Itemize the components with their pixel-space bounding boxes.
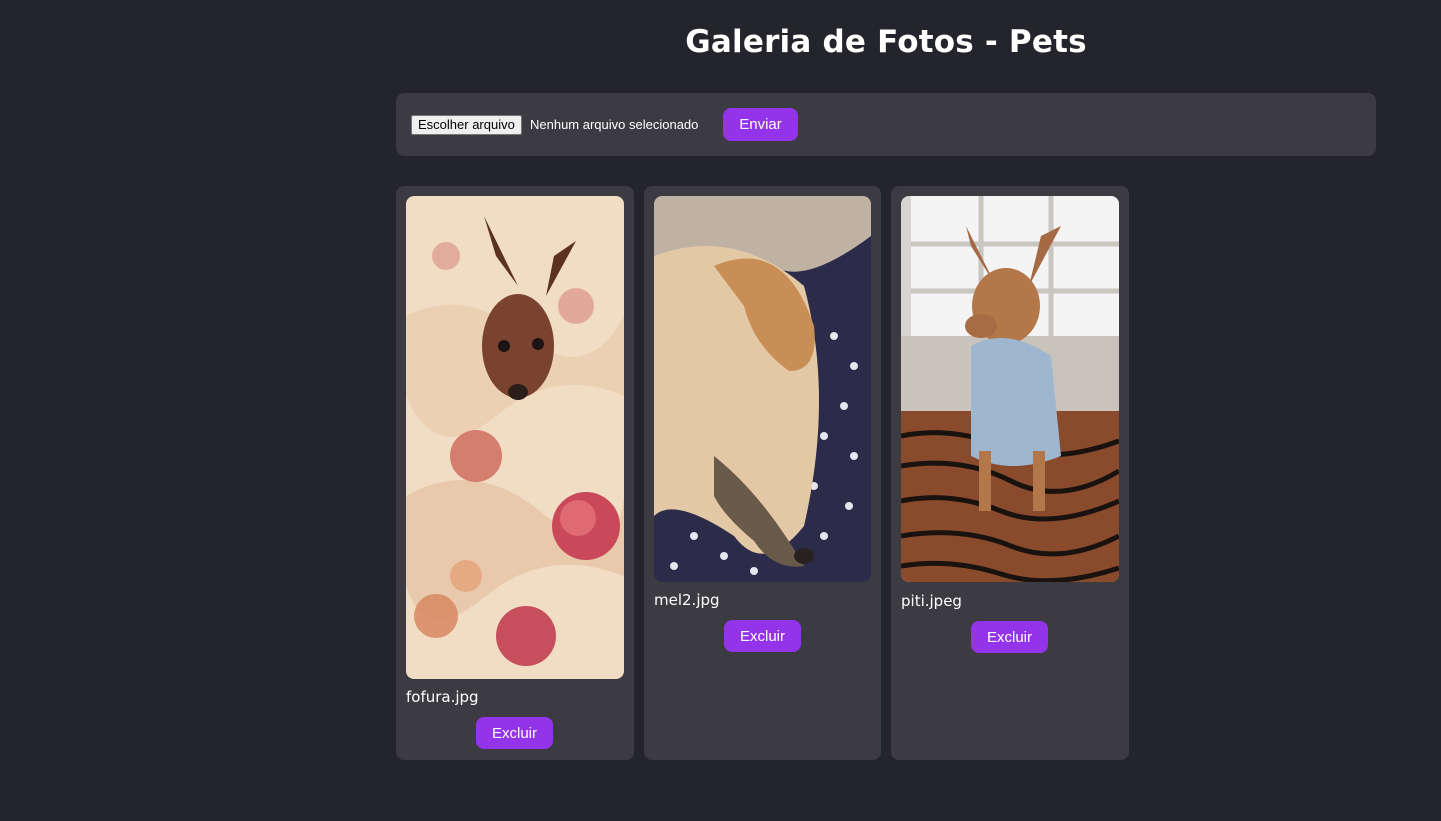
file-status-text: Nenhum arquivo selecionado [530,117,699,132]
photo-filename: mel2.jpg [654,591,720,609]
delete-button[interactable]: Excluir [476,717,553,749]
upload-form: Escolher arquivo Nenhum arquivo selecion… [396,93,1376,156]
pet-photo [654,196,871,582]
page-title: Galeria de Fotos - Pets [685,24,1087,60]
photo-filename: piti.jpeg [901,592,962,610]
photo-card: fofura.jpg Excluir [396,186,634,760]
photo-card: piti.jpeg Excluir [891,186,1129,760]
photo-filename: fofura.jpg [406,688,479,706]
delete-button[interactable]: Excluir [971,621,1048,653]
pet-photo [901,196,1119,582]
choose-file-button[interactable]: Escolher arquivo [411,115,522,135]
photo-card: mel2.jpg Excluir [644,186,881,760]
send-button[interactable]: Enviar [723,108,798,141]
delete-button[interactable]: Excluir [724,620,801,652]
pet-photo [406,196,624,679]
